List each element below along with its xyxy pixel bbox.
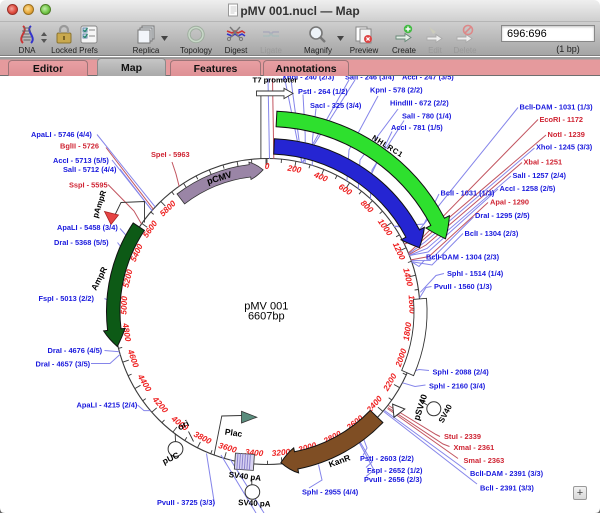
svg-text:SphI - 2955 (4/4): SphI - 2955 (4/4)	[302, 488, 359, 497]
svg-text:2200: 2200	[380, 371, 399, 393]
svg-text:SpeI - 5963: SpeI - 5963	[151, 150, 190, 159]
svg-text:BclI - 1304 (2/3): BclI - 1304 (2/3)	[465, 229, 519, 238]
svg-text:PstI - 2603 (2/2): PstI - 2603 (2/2)	[360, 454, 414, 463]
svg-text:AccI - 5713 (5/5): AccI - 5713 (5/5)	[53, 156, 109, 165]
svg-text:AccI - 1258 (2/5): AccI - 1258 (2/5)	[500, 184, 556, 193]
svg-text:DraI - 4676 (4/5): DraI - 4676 (4/5)	[48, 346, 103, 355]
svg-text:4400: 4400	[135, 371, 154, 393]
svg-text:BclI-DAM - 1304 (2/3): BclI-DAM - 1304 (2/3)	[426, 253, 500, 262]
svg-text:ApaI - 1290: ApaI - 1290	[490, 198, 529, 207]
svg-text:PvuII - 2656 (2/3): PvuII - 2656 (2/3)	[364, 475, 422, 484]
svg-text:XmaI - 2361: XmaI - 2361	[454, 443, 495, 452]
svg-text:BclI - 2391 (3/3): BclI - 2391 (3/3)	[480, 484, 534, 493]
svg-text:SphI - 2088 (2/4): SphI - 2088 (2/4)	[433, 368, 490, 377]
svg-text:6607bp: 6607bp	[248, 311, 285, 323]
svg-text:FspI - 2652 (1/2): FspI - 2652 (1/2)	[367, 466, 423, 475]
svg-text:ApaLI - 5458 (3/4): ApaLI - 5458 (3/4)	[57, 223, 118, 232]
svg-text:SacI - 325 (3/4): SacI - 325 (3/4)	[310, 101, 362, 110]
svg-text:SalI - 780 (1/4): SalI - 780 (1/4)	[402, 112, 452, 121]
svg-text:SspI - 5595: SspI - 5595	[69, 181, 108, 190]
svg-text:SalI - 5712 (4/4): SalI - 5712 (4/4)	[63, 165, 117, 174]
svg-text:4600: 4600	[125, 347, 141, 369]
svg-text:AmpR: AmpR	[89, 265, 109, 292]
svg-text:HindIII - 672 (2/2): HindIII - 672 (2/2)	[390, 99, 449, 108]
svg-text:200: 200	[286, 162, 303, 175]
svg-text:Plac: Plac	[224, 427, 243, 439]
svg-text:DraI - 1295 (2/5): DraI - 1295 (2/5)	[475, 211, 530, 220]
svg-text:3800: 3800	[192, 429, 213, 446]
svg-text:800: 800	[359, 198, 376, 215]
svg-text:StuI - 2339: StuI - 2339	[444, 432, 481, 441]
svg-text:DraI - 5368 (5/5): DraI - 5368 (5/5)	[54, 238, 109, 247]
svg-text:AccI - 781 (1/5): AccI - 781 (1/5)	[391, 123, 443, 132]
svg-text:4200: 4200	[150, 394, 171, 416]
svg-text:SphI - 1514 (1/4): SphI - 1514 (1/4)	[447, 269, 504, 278]
svg-text:FspI - 5013 (2/2): FspI - 5013 (2/2)	[39, 294, 95, 303]
svg-text:T7 promoter: T7 promoter	[253, 76, 298, 85]
svg-text:PvuII - 1560 (1/3): PvuII - 1560 (1/3)	[434, 282, 492, 291]
svg-text:SV40 pA: SV40 pA	[228, 470, 262, 483]
svg-text:XhoI - 1245 (3/3): XhoI - 1245 (3/3)	[536, 143, 593, 152]
svg-text:XbaI - 1251: XbaI - 1251	[524, 158, 563, 167]
svg-text:BclI-DAM - 2391 (3/3): BclI-DAM - 2391 (3/3)	[470, 469, 544, 478]
svg-text:2400: 2400	[364, 393, 385, 415]
svg-text:SmaI - 2363: SmaI - 2363	[464, 456, 505, 465]
svg-text:SphI - 2160 (3/4): SphI - 2160 (3/4)	[429, 382, 486, 391]
svg-text:ApaLI - 4215 (2/4): ApaLI - 4215 (2/4)	[77, 401, 138, 410]
svg-text:EcoRI - 1172: EcoRI - 1172	[540, 115, 584, 124]
svg-text:SalI - 1257 (2/4): SalI - 1257 (2/4)	[513, 171, 567, 180]
svg-text:KpnI - 578 (2/2): KpnI - 578 (2/2)	[370, 86, 423, 95]
svg-text:BclI-DAM - 1031 (1/3): BclI-DAM - 1031 (1/3)	[520, 103, 594, 112]
svg-text:1400: 1400	[401, 267, 415, 288]
svg-text:NotI - 1239: NotI - 1239	[548, 130, 585, 139]
svg-text:0: 0	[265, 161, 270, 171]
svg-text:BglII - 5726: BglII - 5726	[60, 142, 99, 151]
svg-text:1000: 1000	[376, 217, 395, 238]
svg-text:PstI - 264 (1/2): PstI - 264 (1/2)	[298, 87, 348, 96]
svg-text:BclI - 1031 (1/3): BclI - 1031 (1/3)	[441, 189, 495, 198]
svg-text:DraI - 4657 (3/5): DraI - 4657 (3/5)	[36, 360, 91, 369]
svg-text:SV40 pA: SV40 pA	[238, 498, 271, 509]
svg-text:PvuII - 3725 (3/3): PvuII - 3725 (3/3)	[157, 498, 215, 507]
svg-text:ApaLI - 5746 (4/4): ApaLI - 5746 (4/4)	[31, 130, 92, 139]
svg-text:3600: 3600	[217, 440, 238, 455]
